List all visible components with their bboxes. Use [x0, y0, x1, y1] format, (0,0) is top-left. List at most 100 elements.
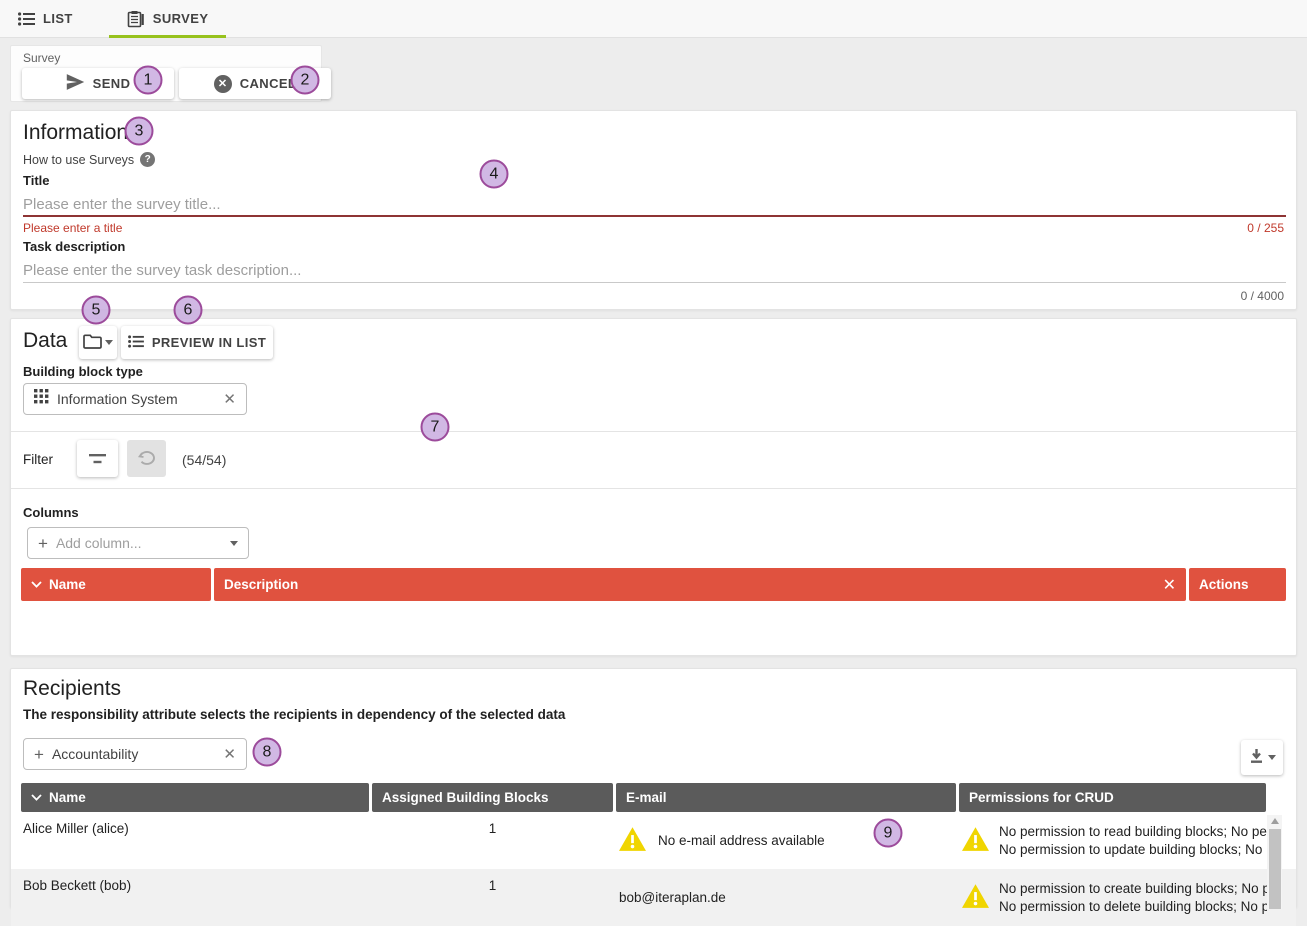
column-header-assigned-building-blocks[interactable]: Assigned Building Blocks: [372, 783, 613, 812]
recipient-email: bob@iteraplan.de: [619, 890, 726, 905]
data-section: Data PREVIEW IN LIST Building block type…: [10, 318, 1297, 656]
responsibility-attribute-value: Accountability: [52, 746, 215, 762]
help-icon[interactable]: ?: [140, 152, 155, 167]
undo-filter-button: [127, 440, 166, 477]
survey-icon: [127, 10, 145, 28]
scrollbar-thumb[interactable]: [1269, 829, 1281, 909]
recipients-table-body: Alice Miller (alice) 1 No e-mail address…: [11, 812, 1296, 926]
recipients-heading: Recipients: [23, 677, 121, 701]
recipient-permissions-cell: No permission to create building blocks;…: [959, 869, 1267, 926]
chevron-down-icon: [105, 340, 113, 345]
annotation-marker-7: 7: [421, 413, 450, 442]
column-header-name[interactable]: Name: [21, 568, 211, 601]
vertical-scrollbar[interactable]: [1267, 815, 1282, 909]
responsibility-attribute-select[interactable]: + Accountability ✕: [23, 738, 247, 770]
sort-desc-icon: [31, 581, 42, 588]
preview-in-list-button[interactable]: PREVIEW IN LIST: [121, 326, 273, 359]
add-icon: +: [38, 535, 48, 552]
building-block-type-select[interactable]: Information System ✕: [23, 383, 247, 415]
tab-list[interactable]: LIST: [0, 0, 91, 37]
task-description-input[interactable]: [23, 259, 1286, 283]
send-button-label: SEND: [93, 76, 131, 91]
undo-icon: [138, 451, 155, 466]
remove-column-icon[interactable]: ✕: [1163, 575, 1176, 595]
title-error: Please enter a title: [23, 221, 122, 235]
warning-icon: [619, 827, 646, 854]
scroll-up-icon[interactable]: [1271, 818, 1279, 824]
annotation-marker-3: 3: [125, 117, 154, 146]
recipient-assigned-count: 1: [372, 869, 613, 926]
data-heading: Data: [23, 329, 67, 353]
recipient-name: Alice Miller (alice): [21, 812, 369, 869]
annotation-marker-1: 1: [134, 66, 163, 95]
tab-bar: LIST SURVEY: [0, 0, 1307, 38]
recipient-permissions-cell: No permission to read building blocks; N…: [959, 812, 1267, 869]
annotation-marker-5: 5: [82, 296, 111, 325]
annotation-marker-2: 2: [291, 66, 320, 95]
filter-button[interactable]: [77, 440, 118, 477]
column-header-name-label: Name: [49, 577, 86, 592]
download-icon: [1249, 749, 1264, 767]
information-section: Information How to use Surveys ? Title P…: [10, 110, 1297, 310]
title-input[interactable]: [23, 193, 1286, 217]
filter-label: Filter: [23, 452, 53, 467]
table-row[interactable]: Alice Miller (alice) 1 No e-mail address…: [11, 812, 1296, 869]
recipient-assigned-count: 1: [372, 812, 613, 869]
permission-line: No permission to read building blocks; N…: [999, 823, 1267, 841]
column-header-assigned-label: Assigned Building Blocks: [382, 790, 549, 805]
permission-line: No permission to update building blocks;…: [999, 841, 1267, 859]
recipient-email-cell: bob@iteraplan.de: [616, 869, 956, 926]
recipient-name: Bob Beckett (bob): [21, 869, 369, 926]
sort-desc-icon: [31, 794, 42, 801]
permission-line: No permission to delete building blocks;…: [999, 898, 1267, 916]
saved-queries-button[interactable]: [79, 326, 117, 359]
recipient-email: No e-mail address available: [658, 833, 825, 848]
chevron-down-icon: [1268, 755, 1276, 760]
column-header-description[interactable]: Description ✕: [214, 568, 1186, 601]
download-button[interactable]: [1241, 740, 1283, 775]
list-icon: [128, 335, 144, 351]
permission-line: No permission to create building blocks;…: [999, 880, 1267, 898]
list-icon: [18, 12, 35, 26]
tab-survey[interactable]: SURVEY: [109, 0, 227, 37]
column-header-name[interactable]: Name: [21, 783, 369, 812]
filter-icon: [88, 453, 107, 465]
add-column-select[interactable]: + Add column...: [27, 527, 249, 559]
add-icon: +: [34, 746, 44, 763]
column-header-name-label: Name: [49, 790, 86, 805]
column-header-actions[interactable]: Actions: [1189, 568, 1286, 601]
table-row[interactable]: Bob Beckett (bob) 1 bob@iteraplan.de No …: [11, 869, 1296, 926]
column-header-permissions[interactable]: Permissions for CRUD: [959, 783, 1266, 812]
send-icon: [66, 74, 85, 93]
building-block-type-value: Information System: [57, 391, 215, 407]
column-header-actions-label: Actions: [1199, 577, 1249, 592]
clear-icon[interactable]: ✕: [223, 392, 236, 407]
title-counter: 0 / 255: [1247, 221, 1284, 235]
task-description-label: Task description: [23, 239, 125, 254]
columns-label: Columns: [23, 505, 79, 520]
cancel-icon: ✕: [214, 75, 232, 93]
recipients-subtitle: The responsibility attribute selects the…: [23, 707, 565, 722]
survey-toolbar-label: Survey: [23, 51, 60, 65]
column-header-permissions-label: Permissions for CRUD: [969, 790, 1114, 805]
folder-icon: [83, 334, 102, 352]
divider: [11, 431, 1296, 432]
survey-toolbar: Survey SEND ✕ CANCEL: [10, 45, 322, 102]
help-link[interactable]: How to use Surveys ?: [23, 152, 155, 167]
add-column-placeholder: Add column...: [56, 535, 222, 551]
warning-icon: [962, 884, 989, 911]
cancel-button-label: CANCEL: [240, 76, 297, 91]
preview-in-list-label: PREVIEW IN LIST: [152, 335, 266, 350]
help-link-label: How to use Surveys: [23, 153, 134, 167]
recipients-section: Recipients The responsibility attribute …: [10, 668, 1297, 908]
clear-icon[interactable]: ✕: [223, 747, 236, 762]
annotation-marker-6: 6: [174, 296, 203, 325]
data-table-header: Name Description ✕ Actions: [11, 568, 1296, 601]
recipient-email-cell: No e-mail address available: [616, 812, 956, 869]
annotation-marker-8: 8: [253, 738, 282, 767]
tab-survey-label: SURVEY: [153, 11, 209, 26]
column-header-email-label: E-mail: [626, 790, 667, 805]
warning-icon: [962, 827, 989, 854]
column-header-description-label: Description: [224, 577, 298, 592]
column-header-email[interactable]: E-mail: [616, 783, 956, 812]
